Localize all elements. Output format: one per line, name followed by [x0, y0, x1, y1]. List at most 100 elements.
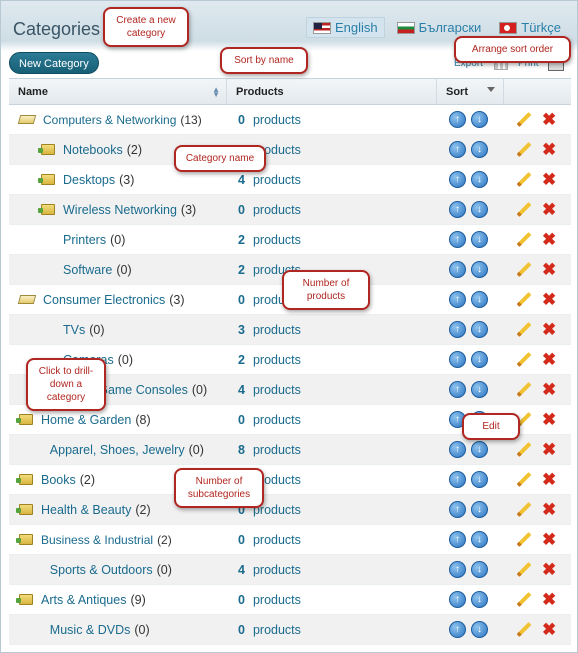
category-name-link[interactable]: Desktops [63, 173, 115, 187]
product-count[interactable]: 0 [238, 593, 245, 607]
products-link[interactable]: products [253, 353, 301, 367]
product-count[interactable]: 0 [238, 113, 245, 127]
arrow-down-icon[interactable]: ↓ [471, 471, 488, 488]
arrow-down-icon[interactable]: ↓ [471, 111, 488, 128]
lang-english[interactable]: English [306, 17, 385, 38]
arrow-down-icon[interactable]: ↓ [471, 561, 488, 578]
product-count[interactable]: 4 [238, 173, 245, 187]
x-delete-icon[interactable]: ✖ [542, 381, 556, 398]
col-products-header[interactable]: Products [227, 79, 437, 104]
products-link[interactable]: products [253, 383, 301, 397]
new-category-button[interactable]: New Category [9, 52, 99, 74]
arrow-up-icon[interactable]: ↑ [449, 261, 466, 278]
product-count[interactable]: 0 [238, 293, 245, 307]
arrow-up-icon[interactable]: ↑ [449, 201, 466, 218]
x-delete-icon[interactable]: ✖ [542, 231, 556, 248]
category-name-link[interactable]: TVs [63, 323, 85, 337]
arrow-down-icon[interactable]: ↓ [471, 441, 488, 458]
x-delete-icon[interactable]: ✖ [542, 441, 556, 458]
product-count[interactable]: 0 [238, 533, 245, 547]
lang-bulgarian[interactable]: Български [391, 17, 488, 38]
folder-expand-icon[interactable] [38, 174, 55, 185]
x-delete-icon[interactable]: ✖ [542, 501, 556, 518]
x-delete-icon[interactable]: ✖ [542, 111, 556, 128]
folder-expand-icon[interactable] [16, 474, 33, 485]
caret-down-icon[interactable] [487, 87, 495, 92]
category-name-link[interactable]: Wireless Networking [63, 203, 177, 217]
category-name-link[interactable]: Printers [63, 233, 106, 247]
arrow-down-icon[interactable]: ↓ [471, 501, 488, 518]
products-link[interactable]: products [253, 563, 301, 577]
pencil-icon[interactable] [516, 172, 532, 188]
pencil-icon[interactable] [516, 322, 532, 338]
category-name-link[interactable]: Consumer Electronics [43, 293, 165, 307]
arrow-up-icon[interactable]: ↑ [449, 501, 466, 518]
product-count[interactable]: 2 [238, 263, 245, 277]
folder-expand-icon[interactable] [16, 534, 33, 545]
products-link[interactable]: products [253, 533, 301, 547]
arrow-down-icon[interactable]: ↓ [471, 201, 488, 218]
arrow-down-icon[interactable]: ↓ [471, 231, 488, 248]
product-count[interactable]: 4 [238, 383, 245, 397]
folder-expand-icon[interactable] [16, 414, 33, 425]
product-count[interactable]: 0 [238, 413, 245, 427]
pencil-icon[interactable] [516, 382, 532, 398]
arrow-up-icon[interactable]: ↑ [449, 351, 466, 368]
category-name-link[interactable]: Business & Industrial [41, 533, 153, 547]
arrow-up-icon[interactable]: ↑ [449, 591, 466, 608]
x-delete-icon[interactable]: ✖ [542, 411, 556, 428]
category-name-link[interactable]: Software [63, 263, 112, 277]
x-delete-icon[interactable]: ✖ [542, 321, 556, 338]
pencil-icon[interactable] [516, 232, 532, 248]
products-link[interactable]: products [253, 413, 301, 427]
arrow-down-icon[interactable]: ↓ [471, 591, 488, 608]
x-delete-icon[interactable]: ✖ [542, 621, 556, 638]
category-name-link[interactable]: Sports & Outdoors [50, 563, 153, 577]
arrow-up-icon[interactable]: ↑ [449, 141, 466, 158]
arrow-down-icon[interactable]: ↓ [471, 261, 488, 278]
pencil-icon[interactable] [516, 532, 532, 548]
col-sort-header[interactable]: Sort [437, 79, 504, 104]
x-delete-icon[interactable]: ✖ [542, 351, 556, 368]
products-link[interactable]: products [253, 593, 301, 607]
arrow-up-icon[interactable]: ↑ [449, 231, 466, 248]
x-delete-icon[interactable]: ✖ [542, 171, 556, 188]
products-link[interactable]: products [253, 173, 301, 187]
arrow-up-icon[interactable]: ↑ [449, 441, 466, 458]
category-name-link[interactable]: Computers & Networking [43, 113, 176, 127]
product-count[interactable]: 4 [238, 563, 245, 577]
folder-open-icon[interactable] [17, 295, 37, 304]
pencil-icon[interactable] [516, 472, 532, 488]
x-delete-icon[interactable]: ✖ [542, 561, 556, 578]
folder-expand-icon[interactable] [38, 144, 55, 155]
arrow-down-icon[interactable]: ↓ [471, 321, 488, 338]
category-name-link[interactable]: Health & Beauty [41, 503, 131, 517]
folder-expand-icon[interactable] [16, 594, 33, 605]
arrow-up-icon[interactable]: ↑ [449, 561, 466, 578]
arrow-up-icon[interactable]: ↑ [449, 171, 466, 188]
folder-expand-icon[interactable] [38, 204, 55, 215]
x-delete-icon[interactable]: ✖ [542, 141, 556, 158]
product-count[interactable]: 3 [238, 323, 245, 337]
folder-expand-icon[interactable] [16, 504, 33, 515]
col-name-header[interactable]: Name ▲ ▼ [9, 79, 227, 104]
pencil-icon[interactable] [516, 622, 532, 638]
pencil-icon[interactable] [516, 442, 532, 458]
x-delete-icon[interactable]: ✖ [542, 531, 556, 548]
folder-open-icon[interactable] [17, 115, 37, 124]
pencil-icon[interactable] [516, 592, 532, 608]
product-count[interactable]: 0 [238, 623, 245, 637]
sort-updown-icon[interactable]: ▲ ▼ [212, 86, 220, 99]
arrow-up-icon[interactable]: ↑ [449, 621, 466, 638]
arrow-down-icon[interactable]: ↓ [471, 531, 488, 548]
arrow-down-icon[interactable]: ↓ [471, 351, 488, 368]
pencil-icon[interactable] [516, 502, 532, 518]
category-name-link[interactable]: Home & Garden [41, 413, 131, 427]
pencil-icon[interactable] [516, 352, 532, 368]
arrow-down-icon[interactable]: ↓ [471, 171, 488, 188]
pencil-icon[interactable] [516, 202, 532, 218]
pencil-icon[interactable] [516, 112, 532, 128]
arrow-up-icon[interactable]: ↑ [449, 531, 466, 548]
x-delete-icon[interactable]: ✖ [542, 591, 556, 608]
products-link[interactable]: products [253, 623, 301, 637]
